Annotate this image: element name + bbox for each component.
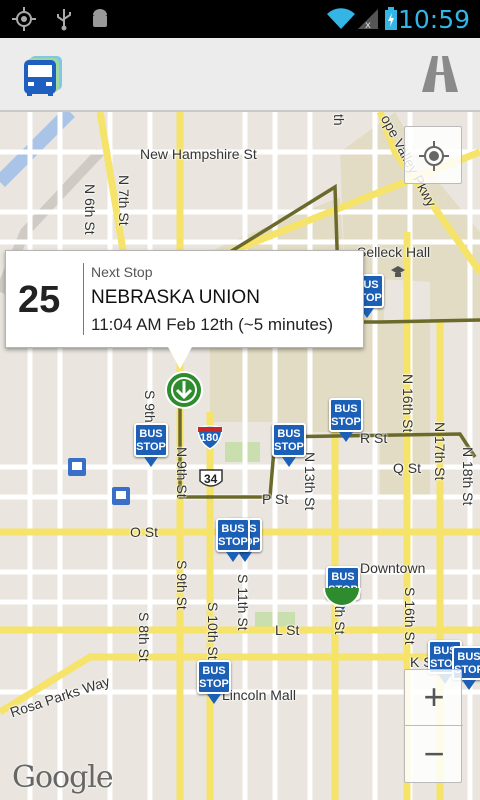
arrival-time: 11:04 AM Feb 12th (~5 minutes) xyxy=(91,315,334,334)
street-label: N 18th St xyxy=(460,447,476,506)
svg-text:x: x xyxy=(365,20,371,31)
road-icon[interactable] xyxy=(420,54,460,94)
street-label: th xyxy=(331,114,347,126)
crosshair-icon xyxy=(419,141,449,171)
street-label: S 8th St xyxy=(136,612,152,662)
google-logo: Google xyxy=(12,760,114,795)
no-signal-icon: x xyxy=(358,9,378,31)
campus-building-icon xyxy=(391,266,405,277)
selected-stop-marker-icon[interactable] xyxy=(164,370,204,410)
street-label: S 16th St xyxy=(402,587,418,645)
zoom-in-button[interactable]: + xyxy=(405,670,463,726)
android-debug-icon xyxy=(93,9,107,27)
bus-stop-marker[interactable]: BUSSTOP xyxy=(134,423,168,467)
street-label: S 10th St xyxy=(205,602,221,660)
street-label: Selleck Hall xyxy=(357,244,431,260)
battery-charging-icon xyxy=(385,7,397,30)
street-label: Downtown xyxy=(360,560,426,576)
street-label: N 7th St xyxy=(116,175,132,226)
stop-name: NEBRASKA UNION xyxy=(91,287,260,308)
bus-stop-marker[interactable]: BUSSTOP xyxy=(329,398,363,442)
street-label: R St xyxy=(360,430,388,446)
interstate-180-label: 180 xyxy=(200,432,219,444)
street-label: Lincoln Mall xyxy=(222,687,296,703)
zoom-controls: + − xyxy=(404,669,463,783)
status-clock: 10:59 xyxy=(397,5,470,34)
bus-stop-marker[interactable]: BUSSTOP xyxy=(197,660,231,704)
map-view[interactable]: New Hampshire St N 7th St N 6th St th op… xyxy=(0,112,480,800)
street-label: O St xyxy=(130,524,159,540)
callout-divider xyxy=(83,263,84,335)
street-label: N 6th St xyxy=(82,184,98,235)
callout-pointer xyxy=(168,347,192,369)
street-label: N 17th St xyxy=(432,422,448,481)
route-number: 25 xyxy=(18,279,61,321)
us-34-label: 34 xyxy=(204,472,218,486)
street-label: L St xyxy=(275,622,300,638)
my-location-button[interactable] xyxy=(404,126,462,184)
street-label: S 9th St xyxy=(174,560,190,610)
gps-icon xyxy=(12,7,36,31)
zoom-out-button[interactable]: − xyxy=(405,727,463,783)
street-label: S 11th St xyxy=(235,574,251,631)
street-label: N 16th St xyxy=(400,374,416,433)
transit-station-icon xyxy=(112,487,130,505)
street-label: New Hampshire St xyxy=(140,146,257,162)
next-stop-label: Next Stop xyxy=(91,264,153,280)
action-bar xyxy=(0,38,480,112)
bus-stop-marker[interactable]: BUSSTOP xyxy=(216,518,250,562)
wifi-icon xyxy=(327,8,355,30)
transit-station-icon xyxy=(68,458,86,476)
status-bar: x 10:59 xyxy=(0,0,480,38)
bus-stop-marker[interactable]: BUSSTOP xyxy=(272,423,306,467)
next-stop-callout[interactable]: 25 Next Stop NEBRASKA UNION 11:04 AM Feb… xyxy=(5,250,364,348)
street-label: P St xyxy=(262,491,289,507)
street-label: N 9th St xyxy=(174,447,190,498)
street-label: Q St xyxy=(393,460,422,476)
bus-location-marker-icon[interactable] xyxy=(322,582,362,614)
bus-app-icon[interactable] xyxy=(22,54,64,96)
usb-icon xyxy=(57,9,71,31)
